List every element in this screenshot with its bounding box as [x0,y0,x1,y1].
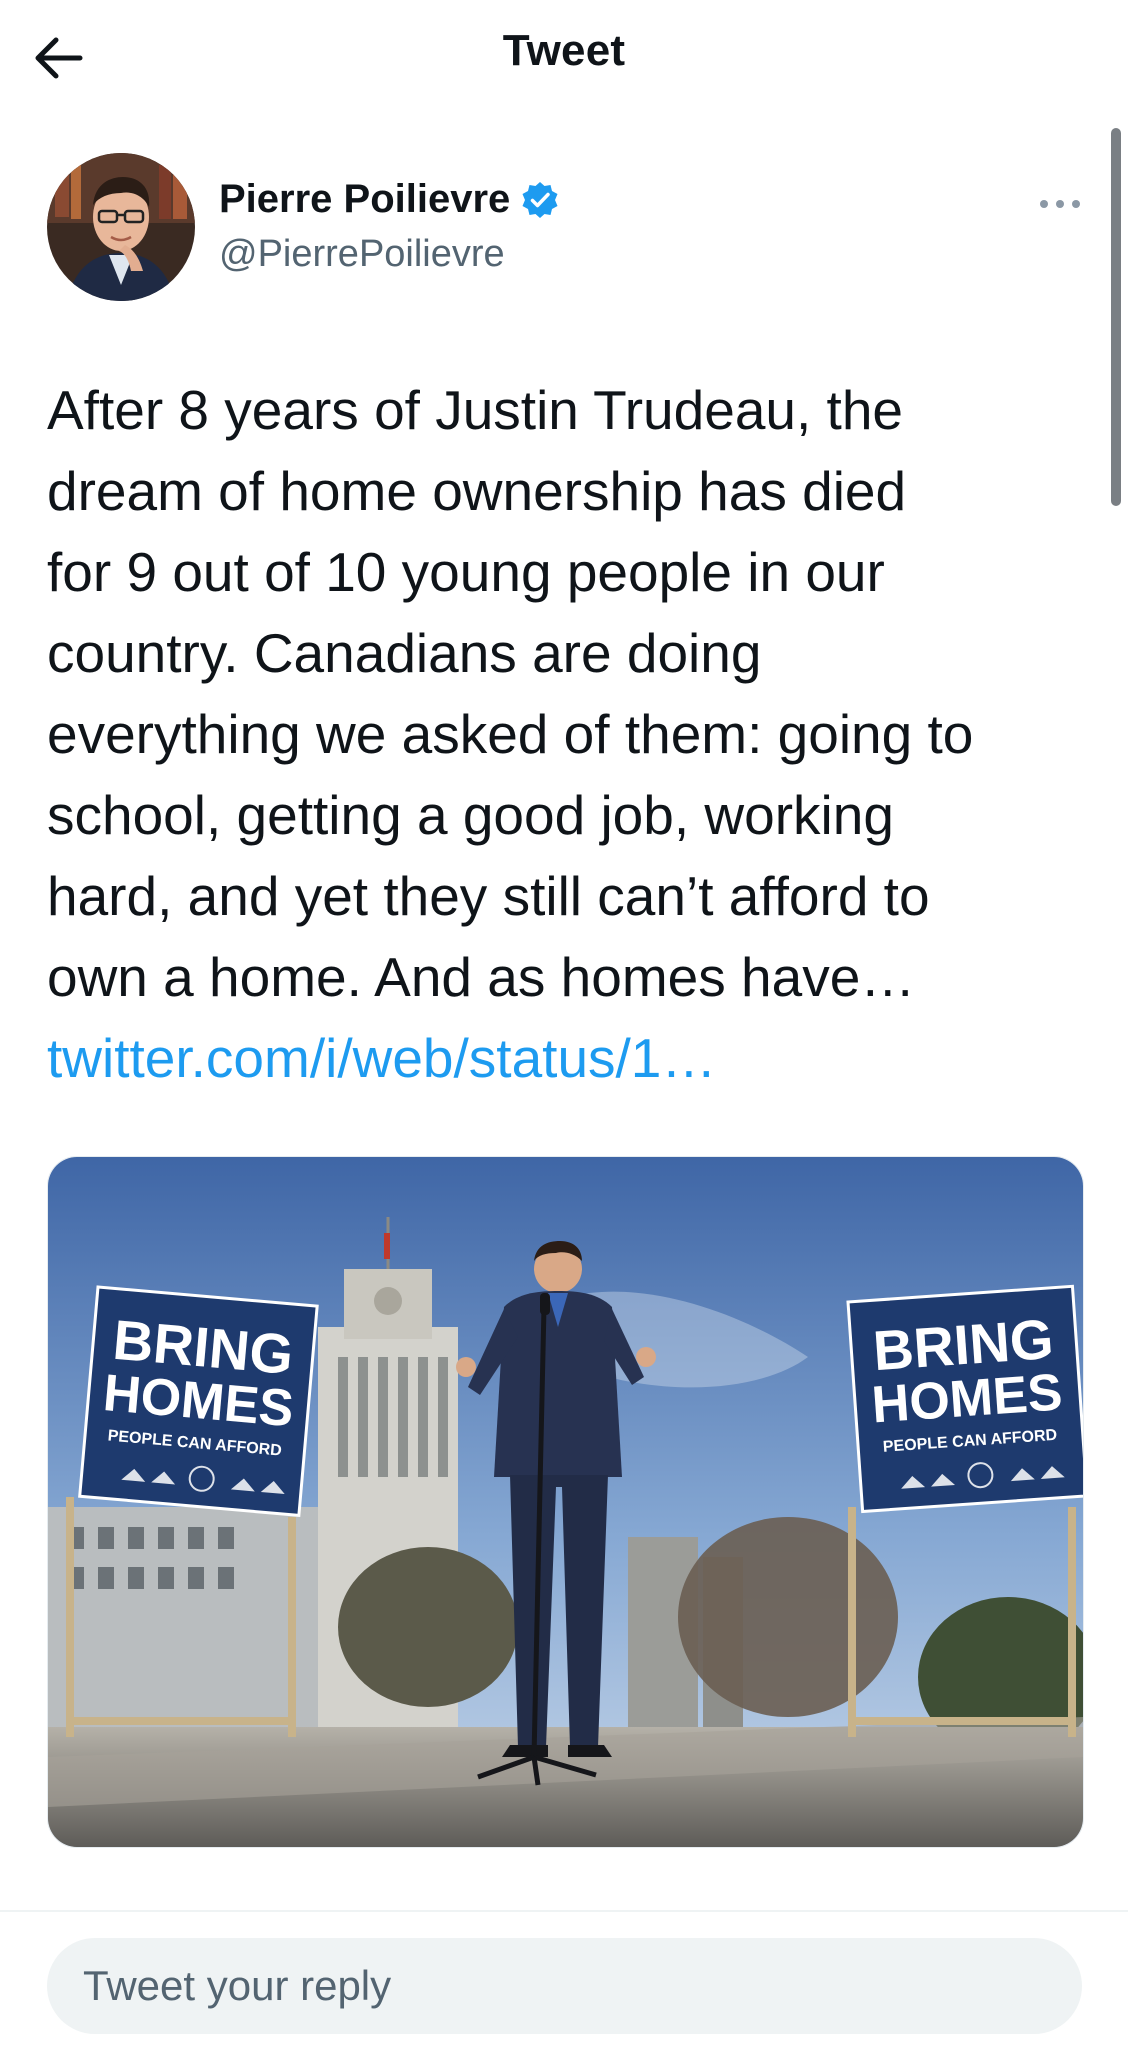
reply-input[interactable]: Tweet your reply [47,1938,1082,2034]
author-name[interactable]: Pierre Poilievre [219,177,510,222]
verified-badge-icon [520,180,560,220]
top-bar: Tweet [0,0,1128,112]
author-name-row: Pierre Poilievre [219,177,560,222]
tweet-link[interactable]: twitter.com/i/web/status/1… [47,1018,716,1099]
scrollbar[interactable] [1111,128,1121,506]
more-options-button[interactable] [1032,189,1088,219]
avatar[interactable] [47,153,195,301]
author-handle[interactable]: @PierrePoilievre [219,233,505,276]
tweet-media-photo[interactable]: BRING HOMES PEOPLE CAN AFFORD BRING HOME… [47,1156,1084,1848]
photo-illustration: BRING HOMES PEOPLE CAN AFFORD BRING HOME… [48,1157,1083,1847]
avatar-image [47,153,195,301]
tweet-author: Pierre Poilievre @PierrePoilievre [47,153,1088,303]
tweet-text: After 8 years of Justin Trudeau, the dre… [47,379,974,1008]
more-horizontal-icon [1040,200,1080,208]
divider [0,1910,1128,1912]
reply-placeholder: Tweet your reply [83,1962,392,2009]
page-title: Tweet [502,26,626,75]
